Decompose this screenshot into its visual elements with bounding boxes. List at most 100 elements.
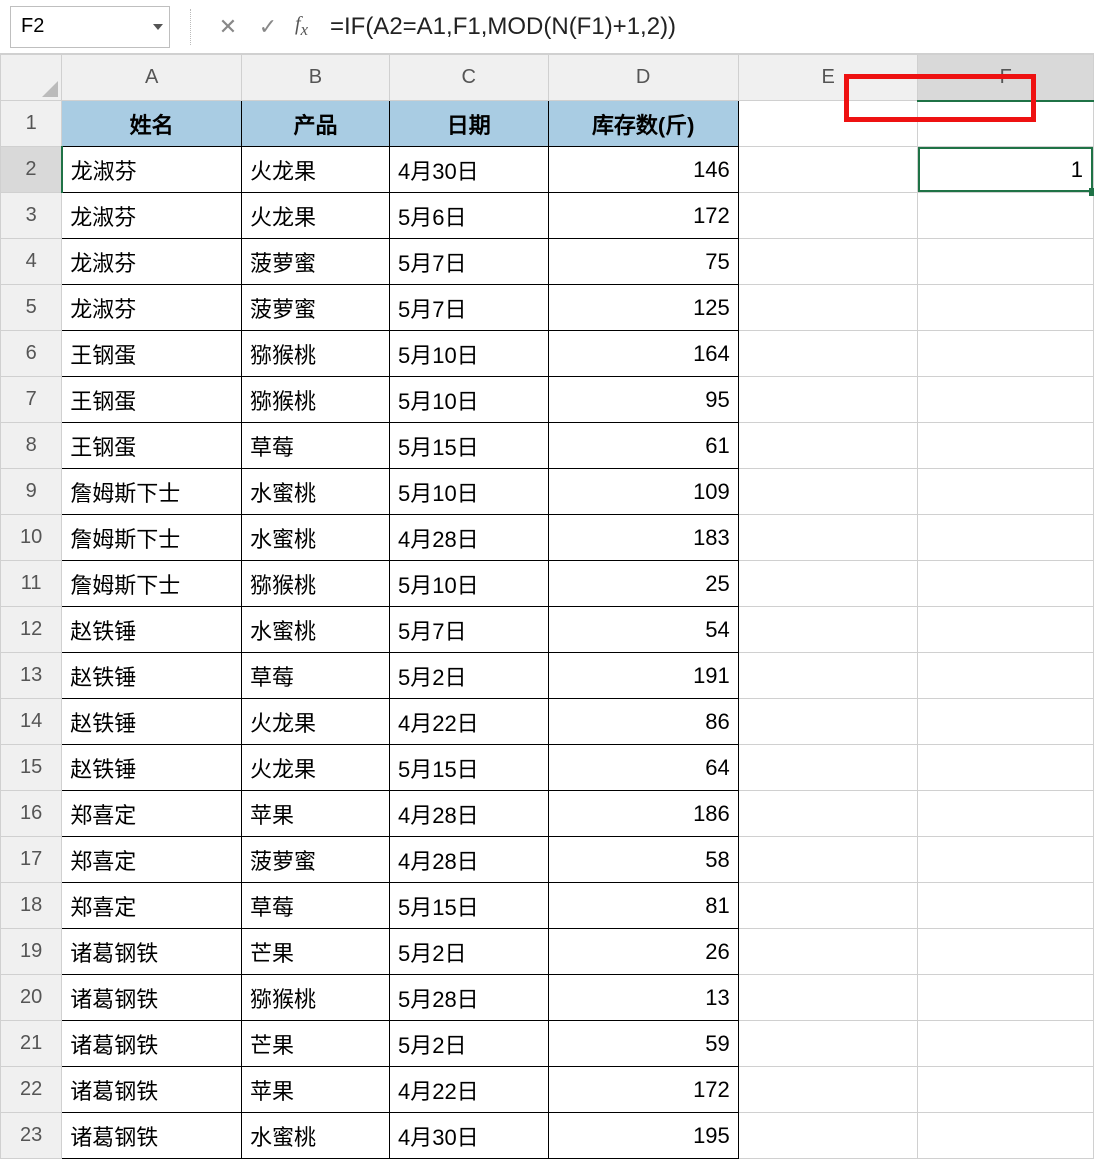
cell-F20[interactable] [918,975,1094,1021]
cell-C6[interactable]: 5月10日 [389,331,548,377]
cell-D13[interactable]: 191 [548,653,738,699]
cell-F6[interactable] [918,331,1094,377]
cell-D9[interactable]: 109 [548,469,738,515]
cell-F1[interactable] [918,101,1094,147]
row-header-15[interactable]: 15 [1,745,62,791]
cell-C22[interactable]: 4月22日 [389,1067,548,1113]
col-header-D[interactable]: D [548,55,738,101]
cell-F12[interactable] [918,607,1094,653]
row-header-18[interactable]: 18 [1,883,62,929]
cell-E23[interactable] [738,1113,918,1159]
cell-A21[interactable]: 诸葛钢铁 [62,1021,242,1067]
row-header-13[interactable]: 13 [1,653,62,699]
cell-B10[interactable]: 水蜜桃 [241,515,389,561]
cell-E3[interactable] [738,193,918,239]
cell-C13[interactable]: 5月2日 [389,653,548,699]
cell-E1[interactable] [738,101,918,147]
cell-C19[interactable]: 5月2日 [389,929,548,975]
cell-C1[interactable]: 日期 [389,101,548,147]
select-all-corner[interactable] [1,55,62,101]
cell-C18[interactable]: 5月15日 [389,883,548,929]
row-header-21[interactable]: 21 [1,1021,62,1067]
cell-D17[interactable]: 58 [548,837,738,883]
cell-C11[interactable]: 5月10日 [389,561,548,607]
cell-A5[interactable]: 龙淑芬 [62,285,242,331]
sheet-table[interactable]: ABCDEF1姓名产品日期库存数(斤)2龙淑芬火龙果4月30日14613龙淑芬火… [0,54,1094,1159]
row-header-5[interactable]: 5 [1,285,62,331]
cell-C14[interactable]: 4月22日 [389,699,548,745]
cell-E16[interactable] [738,791,918,837]
cell-B3[interactable]: 火龙果 [241,193,389,239]
cell-F21[interactable] [918,1021,1094,1067]
cell-A7[interactable]: 王钢蛋 [62,377,242,423]
cell-D18[interactable]: 81 [548,883,738,929]
fx-icon[interactable]: fx [295,13,308,40]
cell-F17[interactable] [918,837,1094,883]
cell-F16[interactable] [918,791,1094,837]
cell-E18[interactable] [738,883,918,929]
cell-A10[interactable]: 詹姆斯下士 [62,515,242,561]
cell-B19[interactable]: 芒果 [241,929,389,975]
cell-F15[interactable] [918,745,1094,791]
cell-D3[interactable]: 172 [548,193,738,239]
cell-B16[interactable]: 苹果 [241,791,389,837]
cell-E15[interactable] [738,745,918,791]
row-header-2[interactable]: 2 [1,147,62,193]
cell-A20[interactable]: 诸葛钢铁 [62,975,242,1021]
cell-B7[interactable]: 猕猴桃 [241,377,389,423]
cell-C15[interactable]: 5月15日 [389,745,548,791]
cell-B11[interactable]: 猕猴桃 [241,561,389,607]
col-header-F[interactable]: F [918,55,1094,101]
cell-B20[interactable]: 猕猴桃 [241,975,389,1021]
cell-A22[interactable]: 诸葛钢铁 [62,1067,242,1113]
name-box[interactable]: F2 [10,6,170,48]
cell-F5[interactable] [918,285,1094,331]
row-header-10[interactable]: 10 [1,515,62,561]
row-header-17[interactable]: 17 [1,837,62,883]
cell-E13[interactable] [738,653,918,699]
cell-A23[interactable]: 诸葛钢铁 [62,1113,242,1159]
cell-D15[interactable]: 64 [548,745,738,791]
cell-F9[interactable] [918,469,1094,515]
cell-A13[interactable]: 赵铁锤 [62,653,242,699]
cell-B8[interactable]: 草莓 [241,423,389,469]
row-header-9[interactable]: 9 [1,469,62,515]
cell-B18[interactable]: 草莓 [241,883,389,929]
cell-B2[interactable]: 火龙果 [241,147,389,193]
cell-C20[interactable]: 5月28日 [389,975,548,1021]
cell-A16[interactable]: 郑喜定 [62,791,242,837]
cell-D12[interactable]: 54 [548,607,738,653]
row-header-22[interactable]: 22 [1,1067,62,1113]
cell-F13[interactable] [918,653,1094,699]
cell-B5[interactable]: 菠萝蜜 [241,285,389,331]
row-header-4[interactable]: 4 [1,239,62,285]
cell-F18[interactable] [918,883,1094,929]
cell-C7[interactable]: 5月10日 [389,377,548,423]
cell-B6[interactable]: 猕猴桃 [241,331,389,377]
cell-F11[interactable] [918,561,1094,607]
cell-D23[interactable]: 195 [548,1113,738,1159]
row-header-23[interactable]: 23 [1,1113,62,1159]
row-header-14[interactable]: 14 [1,699,62,745]
cell-E21[interactable] [738,1021,918,1067]
row-header-3[interactable]: 3 [1,193,62,239]
cell-B1[interactable]: 产品 [241,101,389,147]
cell-E12[interactable] [738,607,918,653]
cell-F14[interactable] [918,699,1094,745]
cell-D4[interactable]: 75 [548,239,738,285]
cell-A4[interactable]: 龙淑芬 [62,239,242,285]
cell-C4[interactable]: 5月7日 [389,239,548,285]
cell-A15[interactable]: 赵铁锤 [62,745,242,791]
cell-F3[interactable] [918,193,1094,239]
cell-B15[interactable]: 火龙果 [241,745,389,791]
name-box-dropdown-icon[interactable] [153,24,163,30]
cell-D7[interactable]: 95 [548,377,738,423]
cell-C17[interactable]: 4月28日 [389,837,548,883]
cell-B13[interactable]: 草莓 [241,653,389,699]
cell-E11[interactable] [738,561,918,607]
cell-D14[interactable]: 86 [548,699,738,745]
col-header-A[interactable]: A [62,55,242,101]
cell-B12[interactable]: 水蜜桃 [241,607,389,653]
cell-E4[interactable] [738,239,918,285]
col-header-C[interactable]: C [389,55,548,101]
